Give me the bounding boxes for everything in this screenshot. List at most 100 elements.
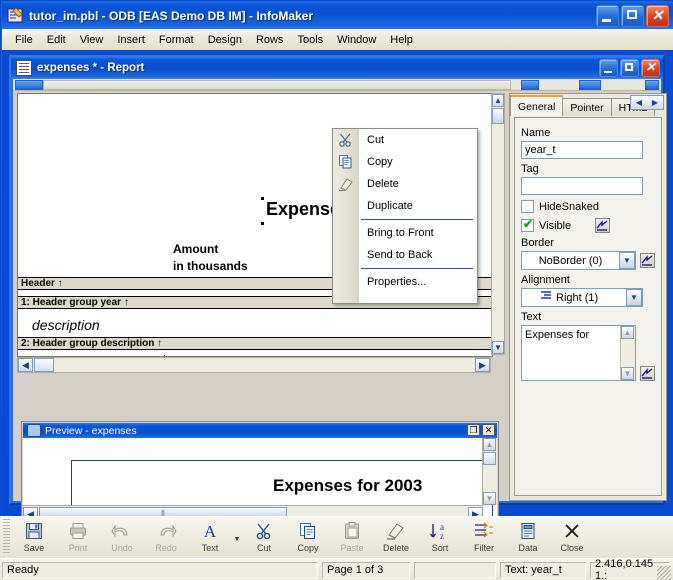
toolbar-undo-button[interactable]: Undo (100, 517, 144, 557)
menu-edit[interactable]: Edit (40, 32, 73, 48)
menu-help[interactable]: Help (383, 32, 420, 48)
toolbar-data-button[interactable]: Data (506, 517, 550, 557)
preview-vscroll-thumb[interactable] (483, 452, 496, 465)
text-textarea[interactable]: Expenses for ▲ ▼ (521, 325, 636, 381)
top-strip-thumb-2[interactable] (521, 80, 539, 90)
close-button[interactable]: ✕ (646, 5, 669, 27)
scroll-right-icon[interactable]: ▶ (475, 358, 490, 372)
report-window-controls: ✕ (599, 59, 660, 77)
toolbar-copy-button[interactable]: Copy (286, 517, 330, 557)
visible-expression-button[interactable] (595, 218, 611, 233)
report-minimize-button[interactable] (599, 59, 618, 77)
menu-tools[interactable]: Tools (290, 32, 330, 48)
context-menu-item-bring-to-front[interactable]: Bring to Front (333, 222, 477, 244)
toolbar-grip[interactable] (3, 519, 10, 555)
tag-input[interactable] (521, 177, 643, 195)
preview-vertical-scrollbar[interactable]: ▲ ▼ (482, 438, 497, 505)
text-expression-button[interactable] (640, 366, 655, 381)
hidesnaked-row[interactable]: HideSnaked (521, 200, 655, 213)
design-amount-label-line1[interactable]: Amount (173, 242, 218, 256)
design-amount-label-line2[interactable]: in thousands (173, 259, 248, 273)
toolbar-text-button[interactable]: A Text (188, 517, 232, 557)
scroll-up-icon[interactable]: ▲ (492, 94, 504, 107)
context-send-to-back-label: Send to Back (367, 249, 433, 261)
top-strip-track[interactable] (43, 80, 511, 90)
name-input[interactable]: year_t (521, 141, 643, 159)
context-menu-item-delete[interactable]: Delete (333, 173, 477, 195)
border-label: Border (521, 237, 555, 249)
chevron-down-icon[interactable]: ▼ (619, 252, 635, 269)
toolbar-print-button[interactable]: Print (56, 517, 100, 557)
top-strip-thumb-1[interactable] (15, 80, 43, 90)
menu-window[interactable]: Window (330, 32, 383, 48)
menu-format[interactable]: Format (152, 32, 201, 48)
text-scroll-up-icon[interactable]: ▲ (621, 326, 634, 339)
toolbar-cut-button[interactable]: Cut (242, 517, 286, 557)
border-expression-button[interactable] (640, 253, 655, 268)
toolbar-delete-button[interactable]: Delete (374, 517, 418, 557)
properties-tab-scroll[interactable]: ◀ ▶ (630, 95, 664, 110)
context-menu-item-send-to-back[interactable]: Send to Back (333, 244, 477, 266)
band-header-group-description[interactable]: 2: Header group description ↑ (18, 337, 492, 350)
context-menu-item-properties[interactable]: Properties... (333, 271, 477, 293)
design-vscroll-thumb[interactable] (492, 108, 504, 124)
menu-insert[interactable]: Insert (110, 32, 152, 48)
alignment-select[interactable]: Right (1) ▼ (521, 288, 643, 307)
chevron-right-icon[interactable]: ▶ (652, 98, 658, 107)
design-hscroll-thumb[interactable] (34, 358, 54, 372)
scroll-left-icon[interactable]: ◀ (18, 358, 33, 372)
visible-checkbox[interactable] (521, 217, 534, 232)
preview-window-title: Preview - expenses (45, 424, 137, 437)
preview-window: Preview - expenses ❐ ✕ Expenses for 2003… (21, 421, 499, 523)
preview-close-button[interactable]: ✕ (482, 424, 495, 436)
selection-handle-bottom-left[interactable] (261, 222, 264, 225)
infomaker-icon (7, 7, 24, 24)
toolbar-text-label: Text (201, 543, 219, 553)
border-select[interactable]: NoBorder (0) ▼ (521, 251, 636, 270)
main-window-frame: tutor_im.pbl - ODB [EAS Demo DB IM] - In… (0, 0, 673, 580)
preview-scroll-up-icon[interactable]: ▲ (483, 438, 496, 451)
text-scrollbar[interactable]: ▲ ▼ (620, 326, 635, 380)
context-menu-separator-1 (361, 219, 473, 220)
tab-pointer[interactable]: Pointer (562, 98, 612, 116)
toolbar-save-button[interactable]: Save (12, 517, 56, 557)
text-dropdown-chevron-icon[interactable]: ▼ (232, 517, 242, 557)
context-menu-item-copy[interactable]: Copy (333, 151, 477, 173)
design-horizontal-scrollbar[interactable]: ◀ ▶ (17, 357, 491, 373)
text-value: Expenses for (525, 329, 590, 341)
toolbar-filter-button[interactable]: Filter (462, 517, 506, 557)
toolbar-paste-button[interactable]: Paste (330, 517, 374, 557)
context-menu-item-duplicate[interactable]: Duplicate (333, 195, 477, 217)
chevron-left-icon[interactable]: ◀ (636, 98, 642, 107)
context-menu-item-cut[interactable]: Cut (333, 129, 477, 151)
preview-maximize-button[interactable]: ❐ (467, 424, 480, 436)
report-close-button[interactable]: ✕ (641, 59, 660, 77)
resize-grip[interactable] (657, 566, 671, 580)
visible-row[interactable]: Visible (521, 217, 655, 233)
preview-content[interactable]: Expenses for 2003 ▲ ▼ ◀ ⦀ ▶ (23, 438, 497, 521)
preview-scroll-down-icon[interactable]: ▼ (483, 492, 496, 505)
alignment-chevron-down-icon[interactable]: ▼ (626, 289, 642, 306)
top-strip-thumb-3[interactable] (579, 80, 601, 90)
hidesnaked-checkbox[interactable] (521, 200, 534, 213)
toolbar-sort-button[interactable]: a z Sort (418, 517, 462, 557)
properties-panel: General Pointer HTML ◀ ▶ Name year_t Tag (509, 93, 667, 501)
maximize-button[interactable] (621, 5, 644, 27)
menu-rows[interactable]: Rows (249, 32, 291, 48)
scroll-down-icon[interactable]: ▼ (492, 341, 504, 354)
text-scroll-down-icon[interactable]: ▼ (621, 367, 634, 380)
selection-handle-top-left[interactable] (261, 197, 264, 200)
top-strip-thumb-4[interactable] (645, 80, 659, 90)
tab-general[interactable]: General (510, 95, 564, 116)
menu-view[interactable]: View (73, 32, 111, 48)
toolbar-close-button[interactable]: Close (550, 517, 594, 557)
hidesnaked-label: HideSnaked (539, 200, 599, 213)
toolbar-redo-button[interactable]: Redo (144, 517, 188, 557)
report-maximize-button[interactable] (620, 59, 639, 77)
menu-design[interactable]: Design (201, 32, 249, 48)
toolbar-close-label: Close (560, 543, 584, 553)
menu-file[interactable]: File (8, 32, 40, 48)
minimize-button[interactable] (596, 5, 619, 27)
design-description-field[interactable]: description (32, 317, 100, 333)
design-vertical-scrollbar[interactable]: ▲ ▼ (491, 93, 505, 355)
